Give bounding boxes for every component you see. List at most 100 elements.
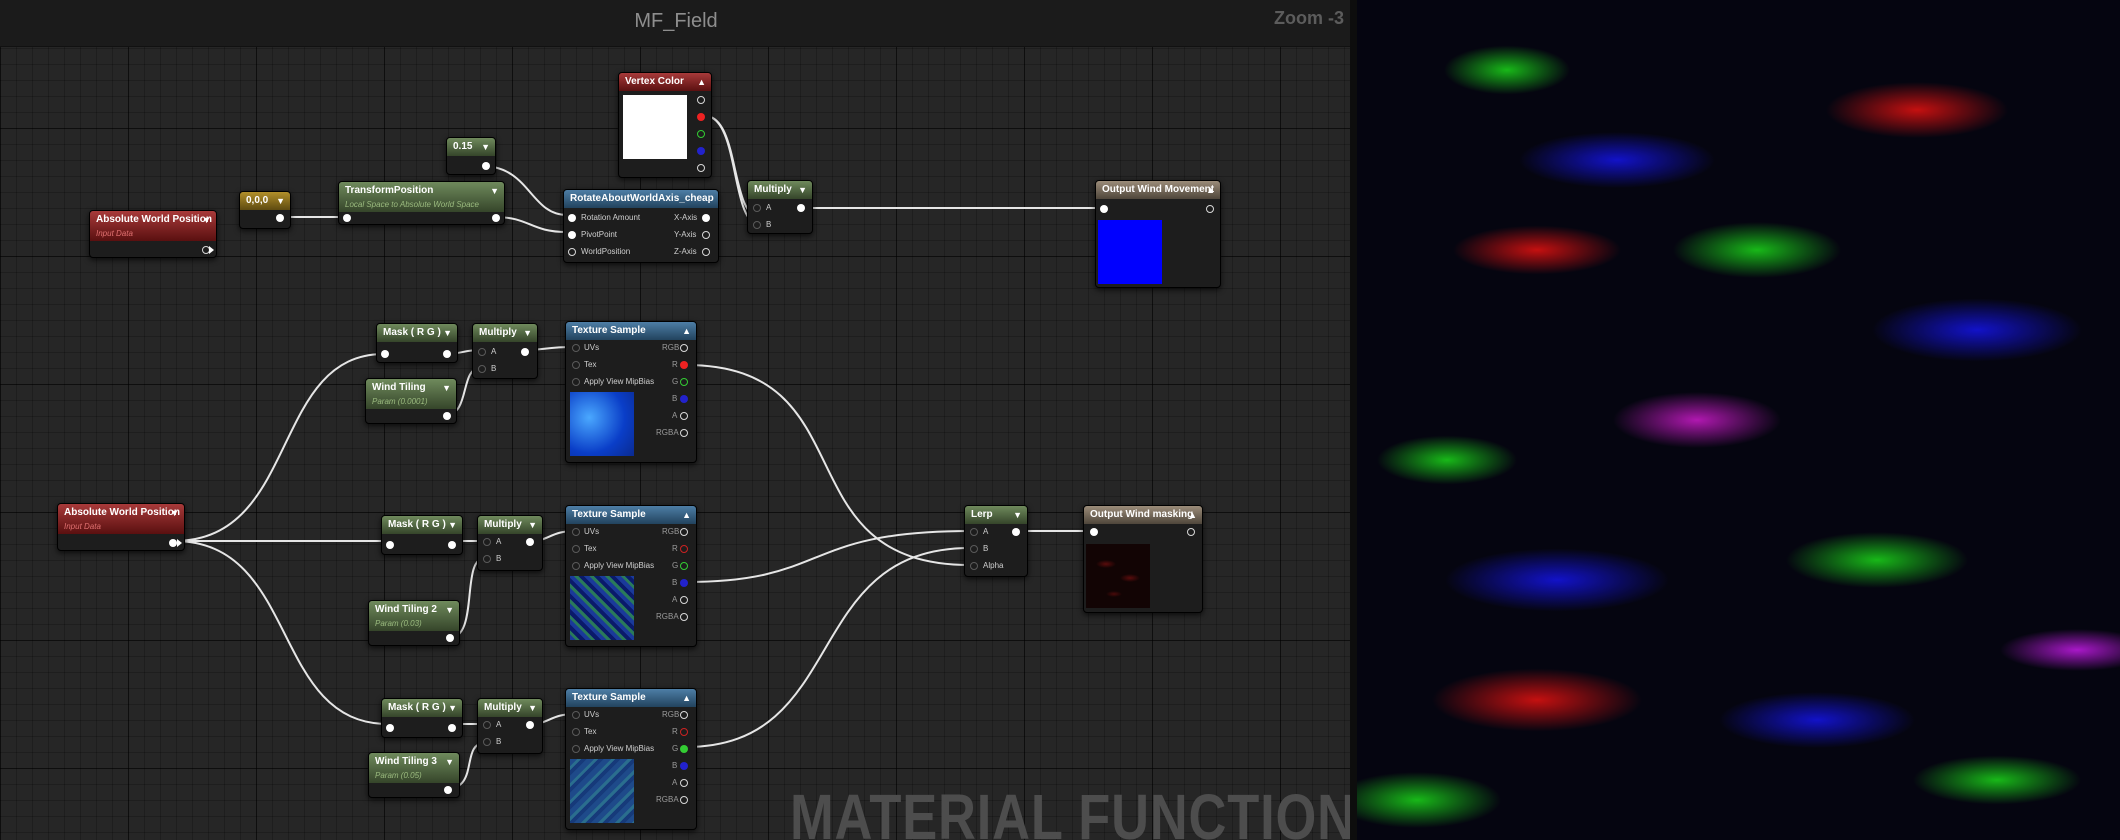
output-pin[interactable] — [492, 214, 500, 222]
output-pin[interactable] — [482, 162, 490, 170]
node-wind-tiling-2[interactable]: Wind Tiling 2 Param (0.03) ▼ — [368, 600, 460, 646]
input-pin[interactable] — [753, 221, 761, 229]
output-pin-r[interactable] — [697, 113, 705, 121]
node-texture-sample-1[interactable]: Texture Sample ▲ UVs Tex Apply View MipB… — [565, 321, 697, 463]
node-output-wind-movement[interactable]: Output Wind Movement ▲ — [1095, 180, 1221, 288]
input-pin[interactable] — [572, 711, 580, 719]
input-pin[interactable] — [572, 562, 580, 570]
input-pin[interactable] — [343, 214, 351, 222]
input-pin[interactable] — [483, 555, 491, 563]
output-pin[interactable] — [276, 214, 284, 222]
input-pin[interactable] — [572, 378, 580, 386]
input-pin[interactable] — [483, 721, 491, 729]
output-pin[interactable] — [680, 528, 688, 536]
input-pin[interactable] — [478, 365, 486, 373]
node-mask-rg-1[interactable]: Mask ( R G ) ▼ — [376, 323, 458, 363]
node-mask-rg-3[interactable]: Mask ( R G ) ▼ — [381, 698, 463, 738]
collapse-arrow-icon[interactable]: ▼ — [448, 699, 457, 717]
node-rotate-about-world-axis[interactable]: RotateAboutWorldAxis_cheap Rotation Amou… — [563, 189, 719, 263]
node-absolute-world-position-bottom[interactable]: Absolute World Position Input Data ▼ — [57, 503, 185, 551]
node-vertex-color[interactable]: Vertex Color ▲ — [618, 72, 712, 178]
output-pin[interactable] — [443, 412, 451, 420]
input-pin[interactable] — [478, 348, 486, 356]
input-pin[interactable] — [568, 214, 576, 222]
output-pin[interactable] — [680, 613, 688, 621]
input-pin[interactable] — [572, 361, 580, 369]
output-pin[interactable] — [444, 786, 452, 794]
collapse-arrow-icon[interactable]: ▼ — [170, 504, 179, 522]
output-pin[interactable] — [680, 378, 688, 386]
input-pin[interactable] — [1100, 205, 1108, 213]
material-graph-canvas[interactable]: MF_Field Zoom -3 MATERIAL FUNCTION Absol… — [0, 0, 1352, 840]
node-texture-sample-3[interactable]: Texture Sample ▲ UVs Tex Apply View MipB… — [565, 688, 697, 830]
output-pin[interactable] — [521, 348, 529, 356]
collapse-arrow-icon[interactable]: ▼ — [1013, 506, 1022, 524]
node-wind-tiling-3[interactable]: Wind Tiling 3 Param (0.05) ▼ — [368, 752, 460, 798]
output-pin[interactable] — [680, 596, 688, 604]
output-pin[interactable] — [526, 721, 534, 729]
node-constant-000[interactable]: 0,0,0 ▼ — [239, 191, 291, 229]
output-pin-b[interactable] — [697, 147, 705, 155]
collapse-arrow-icon[interactable]: ▼ — [445, 753, 454, 771]
input-pin[interactable] — [568, 248, 576, 256]
output-pin[interactable] — [680, 745, 688, 753]
input-pin[interactable] — [970, 545, 978, 553]
output-pin[interactable] — [169, 539, 177, 547]
collapse-arrow-icon[interactable]: ▼ — [445, 601, 454, 619]
input-pin[interactable] — [1090, 528, 1098, 536]
output-pin[interactable] — [680, 728, 688, 736]
output-pin[interactable] — [680, 429, 688, 437]
node-multiply-top[interactable]: Multiply ▼ A B — [747, 180, 813, 234]
collapse-arrow-icon[interactable]: ▼ — [481, 138, 490, 156]
node-texture-sample-2[interactable]: Texture Sample ▲ UVs Tex Apply View MipB… — [565, 505, 697, 647]
collapse-arrow-icon[interactable]: ▲ — [682, 506, 691, 524]
collapse-arrow-icon[interactable]: ▼ — [528, 699, 537, 717]
collapse-arrow-icon[interactable]: ▲ — [682, 322, 691, 340]
input-pin[interactable] — [970, 562, 978, 570]
viewport-divider[interactable] — [1350, 0, 1357, 840]
output-pin[interactable] — [680, 579, 688, 587]
output-pin-a[interactable] — [697, 164, 705, 172]
node-lerp[interactable]: Lerp ▼ A B Alpha — [964, 505, 1028, 577]
collapse-arrow-icon[interactable]: ▲ — [697, 73, 706, 91]
node-mask-rg-2[interactable]: Mask ( R G ) ▼ — [381, 515, 463, 555]
output-pin[interactable] — [680, 762, 688, 770]
node-constant-015[interactable]: 0.15 ▼ — [446, 137, 496, 175]
collapse-arrow-icon[interactable]: ▼ — [528, 516, 537, 534]
collapse-arrow-icon[interactable]: ▼ — [523, 324, 532, 342]
output-pin[interactable] — [797, 204, 805, 212]
input-pin[interactable] — [386, 541, 394, 549]
input-pin[interactable] — [572, 745, 580, 753]
collapse-arrow-icon[interactable]: ▲ — [1188, 506, 1197, 524]
output-pin[interactable] — [1206, 205, 1214, 213]
node-transform-position[interactable]: TransformPosition Local Space to Absolut… — [338, 181, 505, 225]
input-pin[interactable] — [386, 724, 394, 732]
output-pin[interactable] — [702, 248, 710, 256]
collapse-arrow-icon[interactable]: ▼ — [202, 211, 211, 229]
output-pin[interactable] — [702, 214, 710, 222]
output-pin[interactable] — [680, 779, 688, 787]
output-pin[interactable] — [1012, 528, 1020, 536]
node-output-wind-masking[interactable]: Output Wind masking ▲ — [1083, 505, 1203, 613]
output-pin[interactable] — [680, 711, 688, 719]
input-pin[interactable] — [381, 350, 389, 358]
collapse-arrow-icon[interactable]: ▼ — [276, 192, 285, 210]
node-multiply-2[interactable]: Multiply ▼ A B — [477, 515, 543, 571]
viewport-preview[interactable] — [1357, 0, 2120, 840]
input-pin[interactable] — [753, 204, 761, 212]
collapse-arrow-icon[interactable]: ▲ — [682, 689, 691, 707]
node-wind-tiling-1[interactable]: Wind Tiling Param (0.0001) ▼ — [365, 378, 457, 424]
collapse-arrow-icon[interactable]: ▼ — [442, 379, 451, 397]
output-pin[interactable] — [680, 562, 688, 570]
output-pin[interactable] — [443, 350, 451, 358]
node-multiply-1[interactable]: Multiply ▼ A B — [472, 323, 538, 379]
output-pin[interactable] — [448, 724, 456, 732]
input-pin[interactable] — [568, 231, 576, 239]
collapse-arrow-icon[interactable]: ▲ — [1206, 181, 1215, 199]
input-pin[interactable] — [572, 728, 580, 736]
input-pin[interactable] — [483, 738, 491, 746]
input-pin[interactable] — [483, 538, 491, 546]
input-pin[interactable] — [572, 545, 580, 553]
output-pin[interactable] — [702, 231, 710, 239]
collapse-arrow-icon[interactable]: ▼ — [490, 182, 499, 200]
